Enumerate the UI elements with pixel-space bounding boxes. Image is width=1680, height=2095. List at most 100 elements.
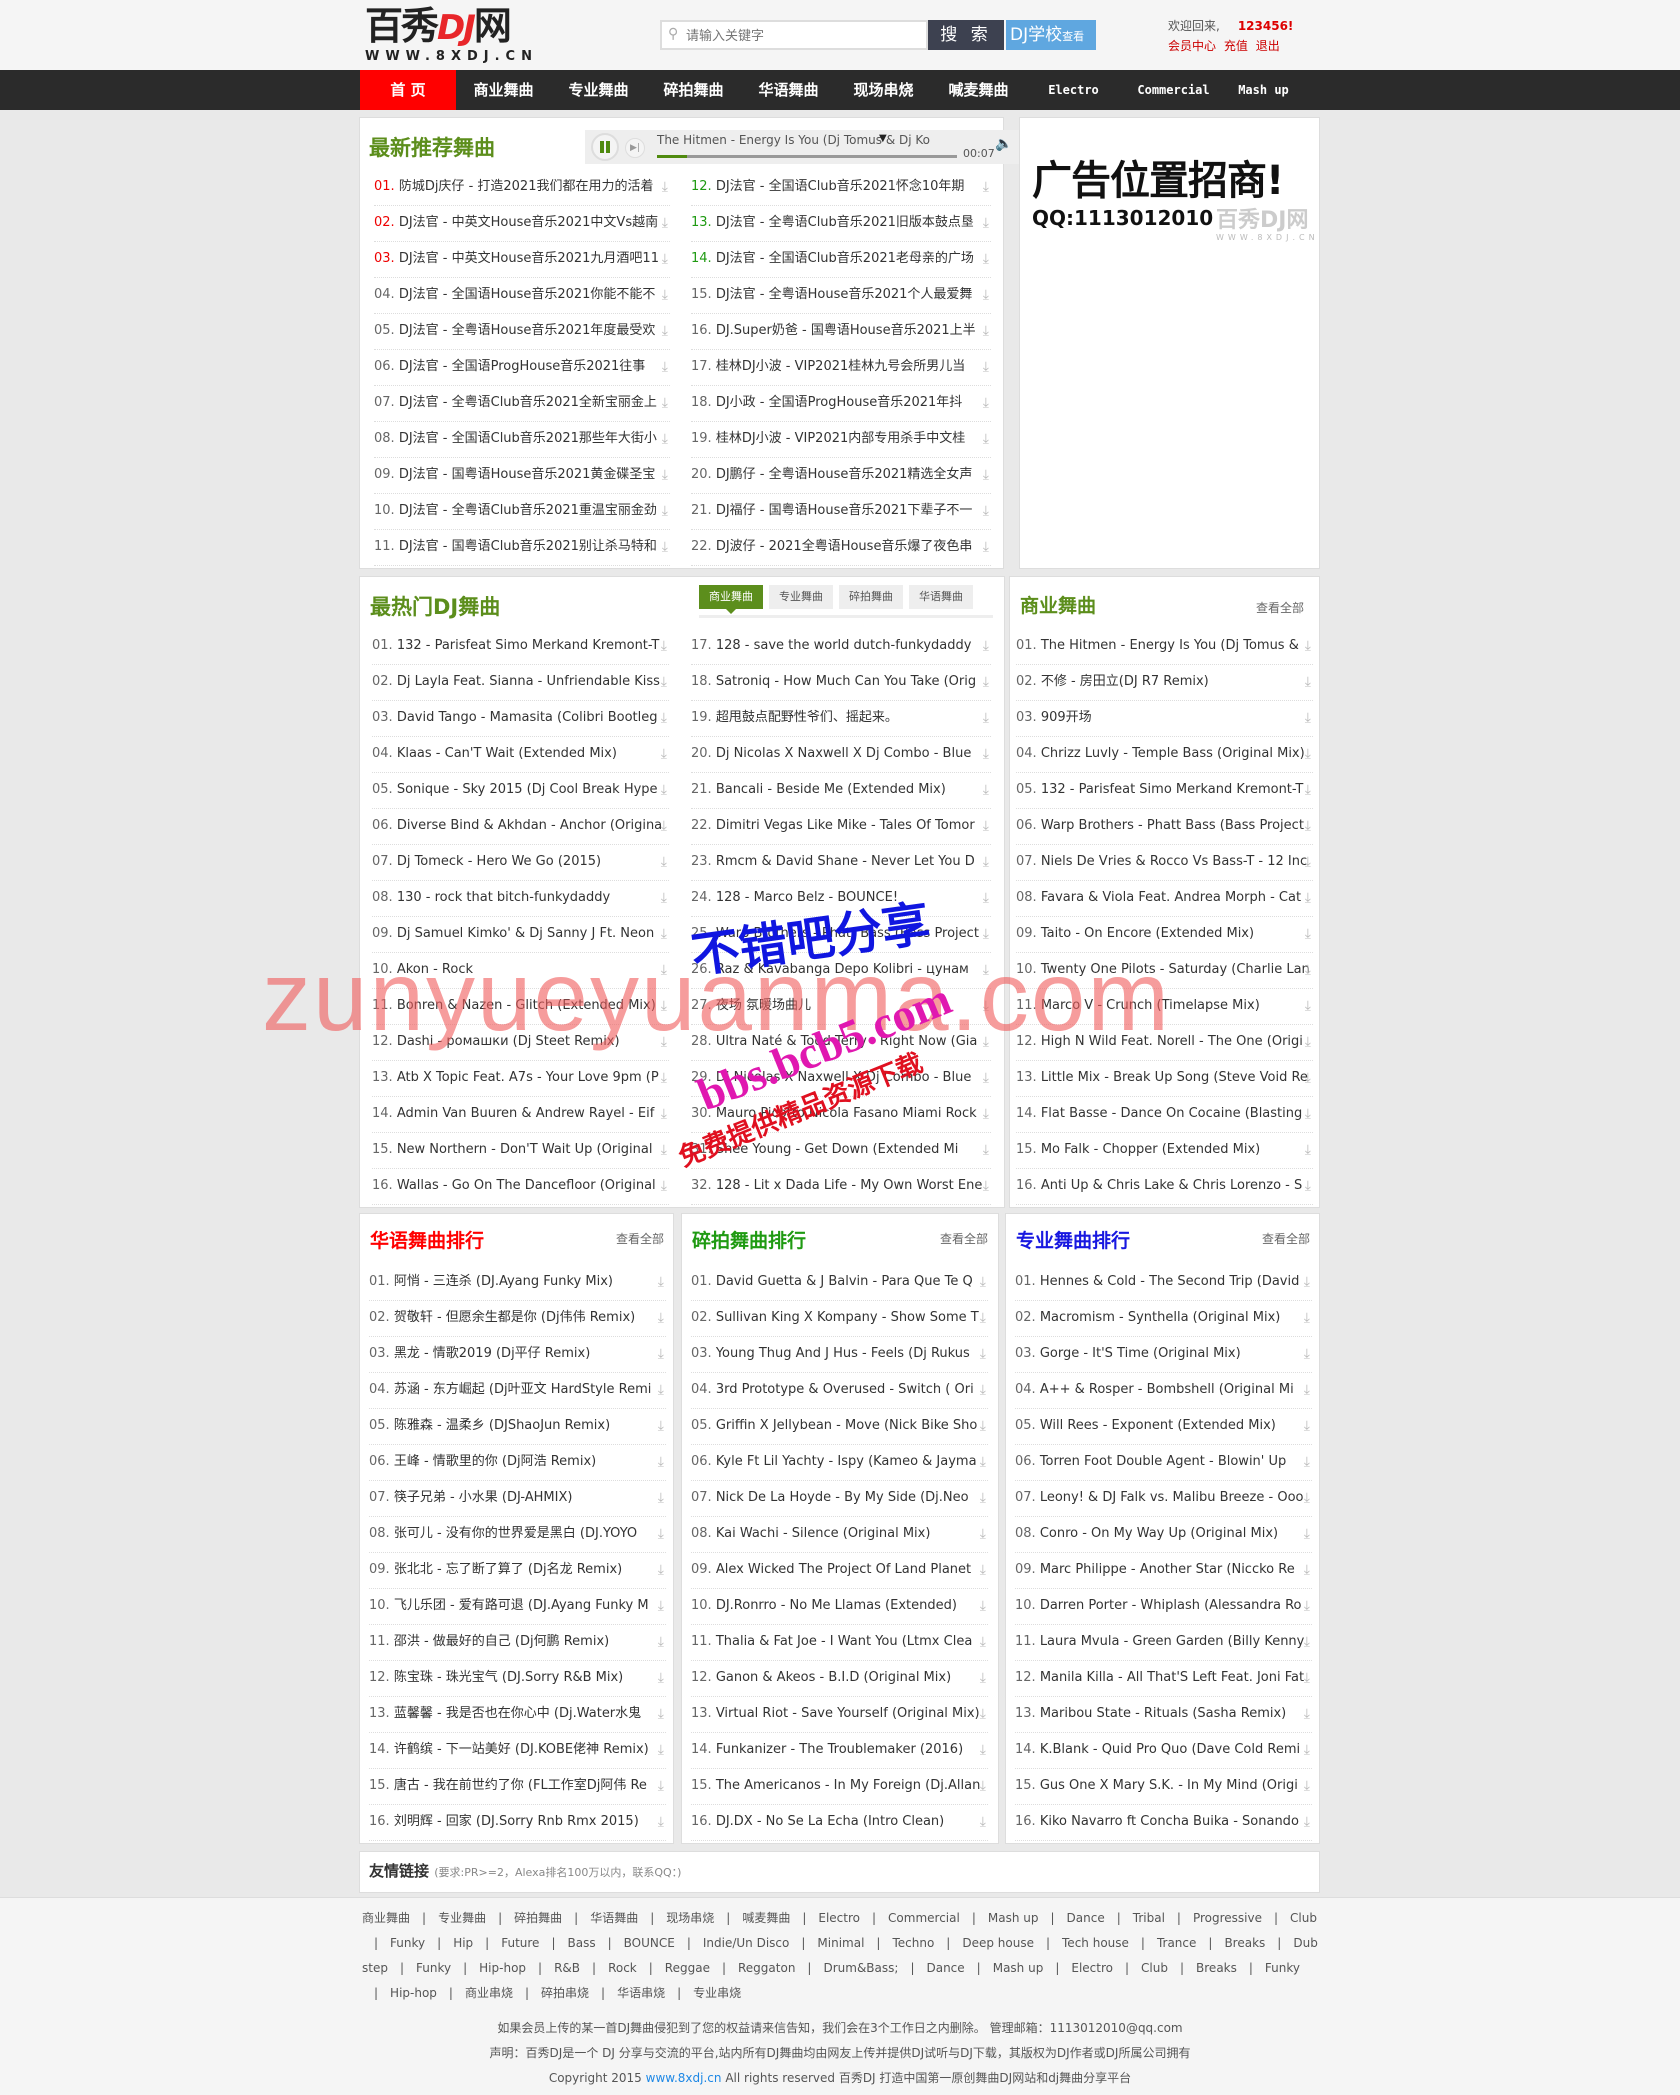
download-icon[interactable]: ⤓ <box>1305 953 1311 987</box>
song-title[interactable]: DJ鹏仔 - 全粤语House音乐2021精选全女声 <box>716 467 973 482</box>
song-item[interactable]: 06. Warp Brothers - Phatt Bass (Bass Pro… <box>1016 809 1313 845</box>
download-icon[interactable]: ⤓ <box>1305 881 1311 915</box>
download-icon[interactable]: ⤓ <box>662 206 668 240</box>
song-item[interactable]: 02. DJ法官 - 中英文House音乐2021中文Vs越南 ⤓ <box>374 206 670 242</box>
song-title[interactable]: 陈宝珠 - 珠光宝气 (DJ.Sorry R&B Mix) <box>394 1670 623 1685</box>
song-item[interactable]: 03. DJ法官 - 中英文House音乐2021九月酒吧11 ⤓ <box>374 242 670 278</box>
song-title[interactable]: DJ法官 - 国粤语House音乐2021黄金碟圣宝 <box>399 467 656 482</box>
download-icon[interactable]: ⤓ <box>983 809 989 843</box>
search-button[interactable]: 搜 索 <box>928 20 1004 50</box>
song-title[interactable]: Niels De Vries & Rocco Vs Bass-T - 12 In… <box>1041 854 1307 869</box>
download-icon[interactable]: ⤓ <box>983 1133 989 1167</box>
footer-tag-link[interactable]: Progressive <box>1193 1911 1262 1925</box>
footer-tag-link[interactable]: Rock <box>608 1961 637 1975</box>
song-title[interactable]: DJ法官 - 全粤语House音乐2021个人最爱舞 <box>716 287 973 302</box>
song-title[interactable]: DJ法官 - 全粤语House音乐2021年度最受欢 <box>399 323 656 338</box>
song-title[interactable]: Akon - Rock <box>397 962 473 977</box>
download-icon[interactable]: ⤓ <box>658 1409 664 1443</box>
song-title[interactable]: 128 - Marco Belz - BOUNCE! <box>716 890 898 905</box>
song-item[interactable]: 05. DJ法官 - 全粤语House音乐2021年度最受欢 ⤓ <box>374 314 670 350</box>
download-icon[interactable]: ⤓ <box>983 773 989 807</box>
download-icon[interactable]: ⤓ <box>661 701 667 735</box>
footer-tag-link[interactable]: Funky <box>416 1961 451 1975</box>
download-icon[interactable]: ⤓ <box>658 1589 664 1623</box>
song-title[interactable]: Kyle Ft Lil Yachty - Ispy (Kameo & Jayma <box>716 1454 977 1469</box>
nav-item-10[interactable]: Mash up <box>1226 70 1301 110</box>
song-title[interactable]: Dj Tomeck - Hero We Go (2015) <box>397 854 601 869</box>
song-title[interactable]: 贺敬轩 - 但愿余生都是你 (Dj伟伟 Remix) <box>394 1310 635 1325</box>
footer-tag-link[interactable]: Dance <box>926 1961 964 1975</box>
download-icon[interactable]: ⤓ <box>980 1517 986 1551</box>
song-item[interactable]: 03. 909开场 ⤓ <box>1016 701 1313 737</box>
download-icon[interactable]: ⤓ <box>1304 1445 1310 1479</box>
song-item[interactable]: 01. The Hitmen - Energy Is You (Dj Tomus… <box>1016 629 1313 665</box>
footer-tag-link[interactable]: 喊麦舞曲 <box>742 1911 790 1925</box>
download-icon[interactable]: ⤓ <box>658 1697 664 1731</box>
song-item[interactable]: 09. Marc Philippe - Another Star (Niccko… <box>1015 1553 1312 1589</box>
song-item[interactable]: 31. Shee Young - Get Down (Extended Mi ⤓ <box>691 1133 991 1169</box>
commercial-view-all[interactable]: 查看全部 <box>1256 599 1304 616</box>
download-icon[interactable]: ⤓ <box>1304 1769 1310 1803</box>
song-title[interactable]: DJ法官 - 中英文House音乐2021中文Vs越南 <box>399 215 658 230</box>
song-item[interactable]: 07. Nick De La Hoyde - By My Side (Dj.Ne… <box>691 1481 988 1517</box>
download-icon[interactable]: ⤓ <box>983 530 989 564</box>
song-item[interactable]: 05. Sonique - Sky 2015 (Dj Cool Break Hy… <box>372 773 669 809</box>
footer-tag-link[interactable]: 现场串烧 <box>666 1911 714 1925</box>
song-title[interactable]: Dimitri Vegas Like Mike - Tales Of Tomor <box>716 818 975 833</box>
song-item[interactable]: 08. 张可儿 - 没有你的世界爱是黑白 (DJ.YOYO ⤓ <box>369 1517 666 1553</box>
nav-item-4[interactable]: 碎拍舞曲 <box>646 70 741 110</box>
download-icon[interactable]: ⤓ <box>983 737 989 771</box>
song-title[interactable]: DJ法官 - 全国语ProgHouse音乐2021往事 <box>399 359 646 374</box>
footer-tag-link[interactable]: Hip-hop <box>479 1961 526 1975</box>
song-item[interactable]: 03. Gorge - It'S Time (Original Mix) ⤓ <box>1015 1337 1312 1373</box>
song-title[interactable]: 909开场 <box>1041 710 1092 725</box>
song-title[interactable]: DJ法官 - 全粤语Club音乐2021重温宝丽金劲 <box>399 503 657 518</box>
song-item[interactable]: 03. Young Thug And J Hus - Feels (Dj Ruk… <box>691 1337 988 1373</box>
song-title[interactable]: K.Blank - Quid Pro Quo (Dave Cold Remi <box>1040 1742 1300 1757</box>
footer-tag-link[interactable]: 碎拍舞曲 <box>514 1911 562 1925</box>
song-title[interactable]: Flat Basse - Dance On Cocaine (Blasting <box>1041 1106 1302 1121</box>
download-icon[interactable]: ⤓ <box>658 1373 664 1407</box>
download-icon[interactable]: ⤓ <box>1304 1409 1310 1443</box>
download-icon[interactable]: ⤓ <box>661 1169 667 1203</box>
song-title[interactable]: Gorge - It'S Time (Original Mix) <box>1040 1346 1241 1361</box>
nav-item-1[interactable]: 首 页 <box>360 70 456 110</box>
download-icon[interactable]: ⤓ <box>661 953 667 987</box>
download-icon[interactable]: ⤓ <box>1305 773 1311 807</box>
song-item[interactable]: 23. Rmcm & David Shane - Never Let You D… <box>691 845 991 881</box>
song-item[interactable]: 11. DJ法官 - 国粤语Club音乐2021别让杀马特和 ⤓ <box>374 530 670 566</box>
hot-tab-2[interactable]: 专业舞曲 <box>769 585 833 609</box>
song-title[interactable]: The Hitmen - Energy Is You (Dj Tomus & <box>1041 638 1299 653</box>
download-icon[interactable]: ⤓ <box>658 1481 664 1515</box>
download-icon[interactable]: ⤓ <box>662 242 668 276</box>
song-item[interactable]: 01. 阿悄 - 三连杀 (DJ.Ayang Funky Mix) ⤓ <box>369 1265 666 1301</box>
song-title[interactable]: Wallas - Go On The Dancefloor (Original <box>397 1178 656 1193</box>
song-title[interactable]: Warp Brothers - Phatt Bass (Bass Project <box>1041 818 1304 833</box>
song-title[interactable]: Warp Brothers - Phatt Bass (Bass Project <box>716 926 979 941</box>
song-title[interactable]: 防城Dj庆仔 - 打造2021我们都在用力的活着 <box>399 179 654 194</box>
song-item[interactable]: 02. 贺敬轩 - 但愿余生都是你 (Dj伟伟 Remix) ⤓ <box>369 1301 666 1337</box>
download-icon[interactable]: ⤓ <box>658 1337 664 1371</box>
song-title[interactable]: Funkanizer - The Troublemaker (2016) <box>716 1742 963 1757</box>
song-item[interactable]: 13. Atb X Topic Feat. A7s - Your Love 9p… <box>372 1061 669 1097</box>
dj-school-button[interactable]: DJ学校查看 <box>1006 20 1096 50</box>
download-icon[interactable]: ⤓ <box>662 530 668 564</box>
download-icon[interactable]: ⤓ <box>1304 1517 1310 1551</box>
pause-button[interactable] <box>591 133 619 161</box>
download-icon[interactable]: ⤓ <box>980 1769 986 1803</box>
song-item[interactable]: 04. A++ & Rosper - Bombshell (Original M… <box>1015 1373 1312 1409</box>
footer-tag-link[interactable]: R&B <box>554 1961 580 1975</box>
song-item[interactable]: 06. Diverse Bind & Akhdan - Anchor (Orig… <box>372 809 669 845</box>
song-item[interactable]: 03. 黑龙 - 情歌2019 (Dj平仔 Remix) ⤓ <box>369 1337 666 1373</box>
song-title[interactable]: Dj Nicolas X Naxwell X Dj Combo - Blue <box>716 746 972 761</box>
song-item[interactable]: 17. 桂林DJ小波 - VIP2021桂林九号会所男儿当 ⤓ <box>691 350 991 386</box>
song-title[interactable]: 132 - Parisfeat Simo Merkand Kremont-T <box>397 638 660 653</box>
song-title[interactable]: 130 - rock that bitch-funkydaddy <box>397 890 610 905</box>
song-item[interactable]: 02. Macromism - Synthella (Original Mix)… <box>1015 1301 1312 1337</box>
song-title[interactable]: David Tango - Mamasita (Colibri Bootleg <box>397 710 658 725</box>
song-title[interactable]: Manila Killa - All That'S Left Feat. Jon… <box>1040 1670 1304 1685</box>
download-icon[interactable]: ⤓ <box>980 1805 986 1839</box>
download-icon[interactable]: ⤓ <box>661 989 667 1023</box>
footer-tag-link[interactable]: 碎拍串烧 <box>541 1986 589 2000</box>
song-title[interactable]: 蓝馨馨 - 我是否也在你心中 (Dj.Water水鬼 <box>394 1706 641 1721</box>
